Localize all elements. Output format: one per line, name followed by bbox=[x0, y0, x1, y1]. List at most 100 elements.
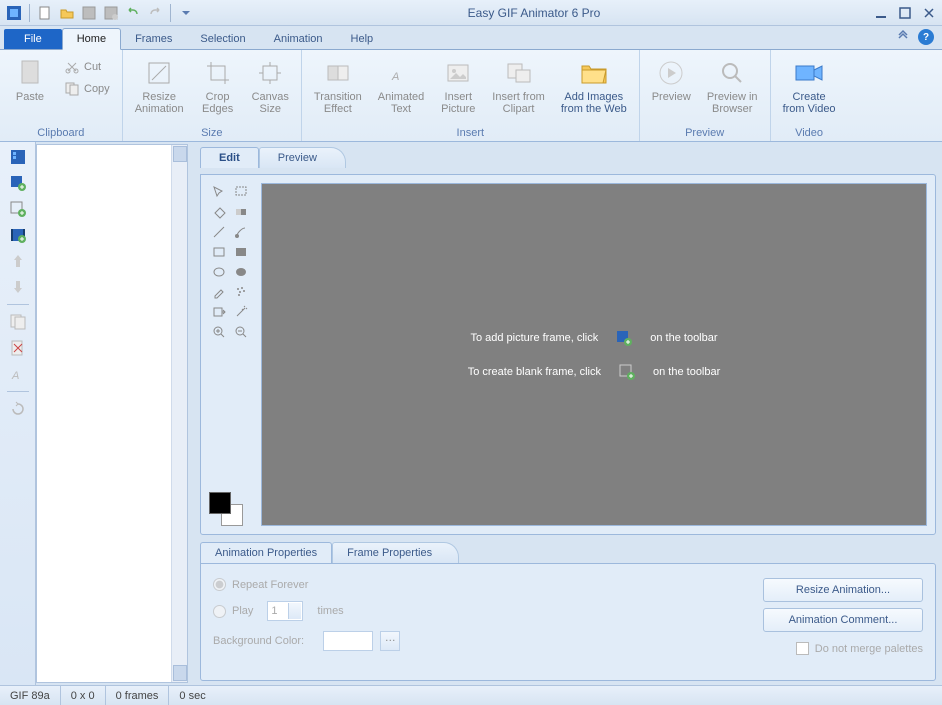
merge-palettes-checkbox[interactable]: Do not merge palettes bbox=[796, 642, 923, 655]
animated-text-button[interactable]: AAnimated Text bbox=[372, 53, 430, 119]
tab-animation-properties[interactable]: Animation Properties bbox=[200, 542, 332, 563]
gradient-tool-icon[interactable] bbox=[231, 203, 251, 221]
canvas-hint-blank: To create blank frame, click on the tool… bbox=[468, 364, 721, 380]
zoom-out-tool-icon[interactable] bbox=[231, 323, 251, 341]
edit-preview-tabs: Edit Preview bbox=[200, 146, 936, 168]
fill-tool-icon[interactable] bbox=[209, 203, 229, 221]
video-icon bbox=[793, 57, 825, 89]
tab-frames[interactable]: Frames bbox=[121, 29, 186, 49]
paste-button[interactable]: Paste bbox=[6, 53, 54, 107]
insert-picture-button[interactable]: Insert Picture bbox=[434, 53, 482, 119]
frames-panel bbox=[36, 144, 188, 683]
crop-icon bbox=[202, 57, 234, 89]
background-color-row: Background Color: … bbox=[213, 631, 400, 651]
tab-frame-properties[interactable]: Frame Properties bbox=[332, 542, 459, 563]
frame-film-icon[interactable] bbox=[6, 224, 30, 246]
pointer-tool-icon[interactable] bbox=[209, 183, 229, 201]
frames-scrollbar[interactable] bbox=[171, 145, 187, 682]
crop-edges-button[interactable]: Crop Edges bbox=[194, 53, 242, 119]
properties-panel: Repeat Forever Play1times Background Col… bbox=[200, 563, 936, 681]
app-icon[interactable] bbox=[4, 3, 24, 23]
color-swatches[interactable] bbox=[209, 492, 243, 526]
tab-help[interactable]: Help bbox=[337, 29, 388, 49]
background-color-picker[interactable] bbox=[323, 631, 373, 651]
add-images-web-button[interactable]: Add Images from the Web bbox=[555, 53, 633, 119]
right-area: Edit Preview To add picture fram bbox=[188, 142, 942, 685]
tab-home[interactable]: Home bbox=[62, 28, 121, 50]
create-from-video-button[interactable]: Create from Video bbox=[777, 53, 842, 119]
status-dimensions: 0 x 0 bbox=[61, 686, 106, 705]
zoom-in-tool-icon[interactable] bbox=[209, 323, 229, 341]
copy-button[interactable]: Copy bbox=[58, 79, 116, 99]
tab-animation[interactable]: Animation bbox=[260, 29, 337, 49]
window-title: Easy GIF Animator 6 Pro bbox=[196, 6, 872, 20]
brush-tool-icon[interactable] bbox=[231, 223, 251, 241]
new-icon[interactable] bbox=[35, 3, 55, 23]
frame-new-blank-icon[interactable] bbox=[6, 198, 30, 220]
ribbon-tabs: File Home Frames Selection Animation Hel… bbox=[0, 26, 942, 50]
repeat-forever-radio[interactable]: Repeat Forever bbox=[213, 578, 400, 591]
insert-clipart-button[interactable]: Insert from Clipart bbox=[486, 53, 551, 119]
clipart-icon bbox=[503, 57, 535, 89]
preview-button[interactable]: Preview bbox=[646, 53, 697, 107]
ribbon-group-video: Create from Video Video bbox=[771, 50, 848, 141]
close-icon[interactable] bbox=[920, 4, 938, 22]
play-count-input[interactable]: 1 bbox=[267, 601, 303, 621]
cut-button[interactable]: Cut bbox=[58, 57, 116, 77]
quick-access-toolbar bbox=[4, 3, 196, 23]
undo-icon[interactable] bbox=[123, 3, 143, 23]
ellipse-fill-tool-icon[interactable] bbox=[231, 263, 251, 281]
eyedropper-tool-icon[interactable] bbox=[209, 283, 229, 301]
transition-effect-button[interactable]: Transition Effect bbox=[308, 53, 368, 119]
maximize-icon[interactable] bbox=[896, 4, 914, 22]
move-down-icon[interactable] bbox=[6, 276, 30, 298]
help-icon[interactable]: ? bbox=[918, 29, 934, 45]
edit-area: To add picture frame, click on the toolb… bbox=[200, 174, 936, 535]
delete-frame-icon[interactable] bbox=[6, 337, 30, 359]
wand-tool-icon[interactable] bbox=[231, 303, 251, 321]
play-times-radio[interactable]: Play1times bbox=[213, 601, 400, 621]
marquee-tool-icon[interactable] bbox=[231, 183, 251, 201]
file-tab[interactable]: File bbox=[4, 29, 62, 49]
ribbon-group-label: Size bbox=[129, 125, 295, 139]
canvas-size-button[interactable]: Canvas Size bbox=[246, 53, 295, 119]
rect-fill-tool-icon[interactable] bbox=[231, 243, 251, 261]
line-tool-icon[interactable] bbox=[209, 223, 229, 241]
redo-icon[interactable] bbox=[145, 3, 165, 23]
text-icon: A bbox=[385, 57, 417, 89]
rotate-icon[interactable] bbox=[6, 398, 30, 420]
titlebar: Easy GIF Animator 6 Pro bbox=[0, 0, 942, 26]
fg-color-swatch[interactable] bbox=[209, 492, 231, 514]
hint-insert-image-icon bbox=[616, 330, 632, 346]
collapse-ribbon-icon[interactable] bbox=[896, 29, 910, 45]
resize-animation-button[interactable]: Resize Animation bbox=[129, 53, 190, 119]
frame-list-icon[interactable] bbox=[6, 146, 30, 168]
background-color-browse-button[interactable]: … bbox=[380, 631, 400, 651]
web-folder-icon bbox=[578, 57, 610, 89]
minimize-icon[interactable] bbox=[872, 4, 890, 22]
window-buttons bbox=[872, 4, 938, 22]
svg-text:A: A bbox=[391, 71, 399, 83]
properties-tabs: Animation Properties Frame Properties bbox=[200, 541, 936, 563]
move-up-icon[interactable] bbox=[6, 250, 30, 272]
move-tool-icon[interactable] bbox=[209, 303, 229, 321]
open-icon[interactable] bbox=[57, 3, 77, 23]
tab-selection[interactable]: Selection bbox=[186, 29, 259, 49]
qat-dropdown-icon[interactable] bbox=[176, 3, 196, 23]
animation-comment-button[interactable]: Animation Comment... bbox=[763, 608, 923, 632]
save-as-icon[interactable] bbox=[101, 3, 121, 23]
save-icon[interactable] bbox=[79, 3, 99, 23]
ellipse-tool-icon[interactable] bbox=[209, 263, 229, 281]
text-frame-icon[interactable]: A bbox=[6, 363, 30, 385]
ribbon-group-preview: Preview Preview in Browser Preview bbox=[640, 50, 771, 141]
preview-browser-button[interactable]: Preview in Browser bbox=[701, 53, 764, 119]
spray-tool-icon[interactable] bbox=[231, 283, 251, 301]
tab-edit[interactable]: Edit bbox=[200, 147, 259, 168]
statusbar: GIF 89a 0 x 0 0 frames 0 sec bbox=[0, 685, 942, 705]
frame-insert-image-icon[interactable] bbox=[6, 172, 30, 194]
rect-tool-icon[interactable] bbox=[209, 243, 229, 261]
resize-animation-button-2[interactable]: Resize Animation... bbox=[763, 578, 923, 602]
copy-frame-icon[interactable] bbox=[6, 311, 30, 333]
ribbon-group-clipboard: Paste Cut Copy Clipboard bbox=[0, 50, 123, 141]
tab-preview[interactable]: Preview bbox=[259, 147, 346, 168]
